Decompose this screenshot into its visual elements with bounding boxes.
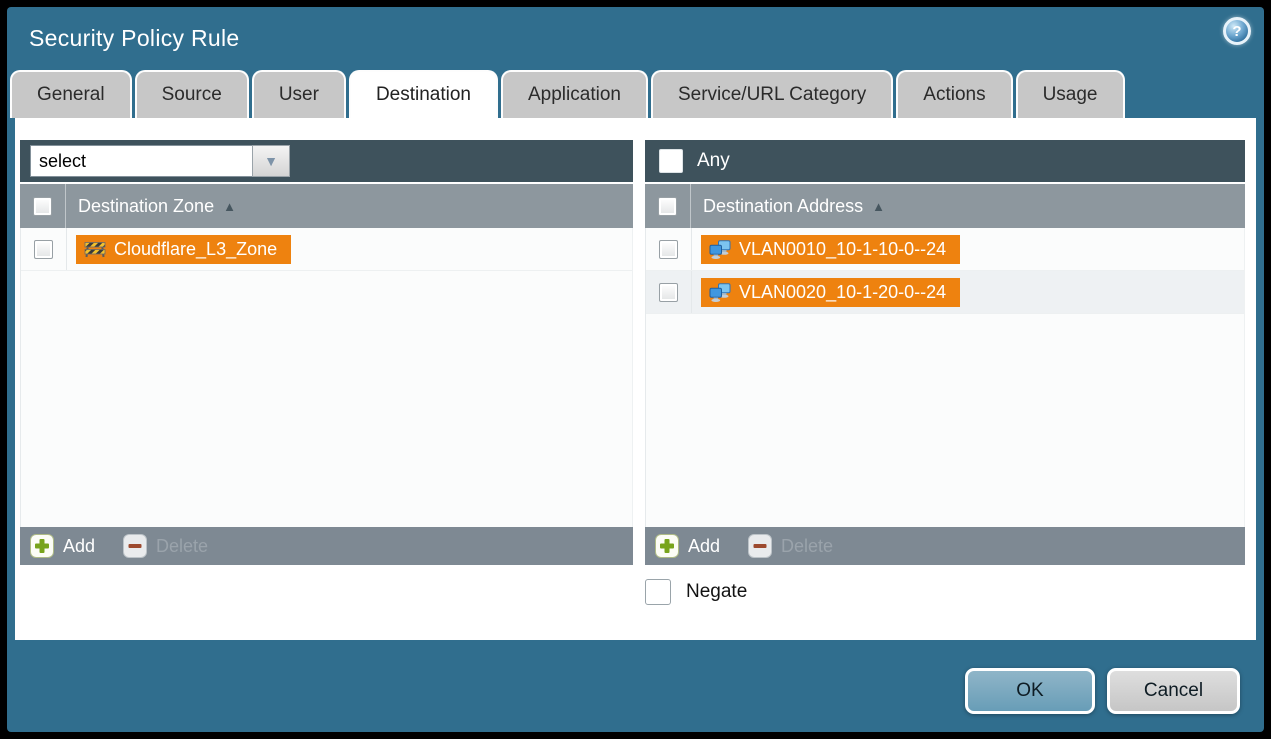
- zone-entry-label: Cloudflare_L3_Zone: [114, 239, 277, 260]
- zone-icon: [84, 240, 106, 258]
- cancel-button[interactable]: Cancel: [1107, 668, 1240, 714]
- tab-application[interactable]: Application: [501, 70, 648, 118]
- row-checkbox-cell: [646, 228, 692, 270]
- zone-select-all-cell: [20, 184, 66, 228]
- negate-label: Negate: [686, 581, 747, 603]
- zone-column-header: Destination Zone ▲: [20, 182, 633, 228]
- row-checkbox-cell: [21, 228, 67, 270]
- add-button-label: Add: [63, 536, 95, 557]
- any-checkbox[interactable]: [659, 149, 683, 173]
- address-select-all-cell: [645, 184, 691, 228]
- row-checkbox[interactable]: [659, 283, 678, 302]
- zone-filter-bar: ▼: [20, 140, 633, 182]
- destination-zone-panel: ▼ Destination Zone ▲: [20, 140, 633, 565]
- destination-address-panel: Any Destination Address ▲: [645, 140, 1245, 565]
- negate-checkbox[interactable]: [645, 579, 671, 605]
- add-icon: [655, 534, 679, 558]
- tab-user[interactable]: User: [252, 70, 346, 118]
- add-icon: [30, 534, 54, 558]
- zone-select-combo: ▼: [30, 145, 290, 177]
- zone-select-all-checkbox[interactable]: [33, 197, 52, 216]
- address-select-all-checkbox[interactable]: [658, 197, 677, 216]
- address-entry[interactable]: VLAN0010_10-1-10-0--24: [701, 235, 960, 264]
- delete-button-label: Delete: [156, 536, 208, 557]
- tab-service-url-category[interactable]: Service/URL Category: [651, 70, 893, 118]
- zone-select-input[interactable]: [30, 145, 252, 177]
- add-address-button[interactable]: Add: [655, 534, 720, 558]
- row-checkbox[interactable]: [659, 240, 678, 259]
- sort-asc-icon[interactable]: ▲: [872, 199, 885, 214]
- sort-asc-icon[interactable]: ▲: [223, 199, 236, 214]
- address-entry-label: VLAN0010_10-1-10-0--24: [739, 239, 946, 260]
- table-row[interactable]: Cloudflare_L3_Zone: [21, 228, 632, 271]
- tab-bar: General Source User Destination Applicat…: [10, 70, 1125, 118]
- delete-button-label: Delete: [781, 536, 833, 557]
- any-bar: Any: [645, 140, 1245, 182]
- zone-select-dropdown-button[interactable]: ▼: [252, 145, 290, 177]
- help-icon[interactable]: ?: [1223, 17, 1251, 45]
- network-icon: [709, 240, 731, 259]
- zone-panel-footer: Add Delete: [20, 527, 633, 565]
- address-column-title[interactable]: Destination Address: [703, 196, 863, 217]
- address-column-header: Destination Address ▲: [645, 182, 1245, 228]
- security-policy-rule-dialog: Security Policy Rule ? General Source Us…: [7, 7, 1264, 732]
- tab-source[interactable]: Source: [135, 70, 249, 118]
- delete-zone-button[interactable]: Delete: [123, 534, 208, 558]
- tab-general[interactable]: General: [10, 70, 132, 118]
- row-checkbox[interactable]: [34, 240, 53, 259]
- destination-tab-content: ▼ Destination Zone ▲: [15, 118, 1256, 640]
- ok-button[interactable]: OK: [965, 668, 1095, 714]
- address-entry[interactable]: VLAN0020_10-1-20-0--24: [701, 278, 960, 307]
- tab-usage[interactable]: Usage: [1016, 70, 1125, 118]
- chevron-down-icon: ▼: [264, 153, 278, 169]
- row-checkbox-cell: [646, 271, 692, 313]
- add-button-label: Add: [688, 536, 720, 557]
- tab-destination[interactable]: Destination: [349, 70, 498, 118]
- network-icon: [709, 283, 731, 302]
- zone-column-title[interactable]: Destination Zone: [78, 196, 214, 217]
- zone-entry[interactable]: Cloudflare_L3_Zone: [76, 235, 291, 264]
- delete-icon: [748, 534, 772, 558]
- delete-icon: [123, 534, 147, 558]
- table-row[interactable]: VLAN0010_10-1-10-0--24: [646, 228, 1244, 271]
- negate-option: Negate: [645, 579, 747, 605]
- delete-address-button[interactable]: Delete: [748, 534, 833, 558]
- table-row[interactable]: VLAN0020_10-1-20-0--24: [646, 271, 1244, 314]
- tab-actions[interactable]: Actions: [896, 70, 1012, 118]
- zone-list: Cloudflare_L3_Zone: [20, 228, 633, 527]
- address-entry-label: VLAN0020_10-1-20-0--24: [739, 282, 946, 303]
- address-list: VLAN0010_10-1-10-0--24: [645, 228, 1245, 527]
- address-panel-footer: Add Delete: [645, 527, 1245, 565]
- any-label: Any: [697, 150, 730, 172]
- dialog-title: Security Policy Rule: [29, 25, 240, 52]
- add-zone-button[interactable]: Add: [30, 534, 95, 558]
